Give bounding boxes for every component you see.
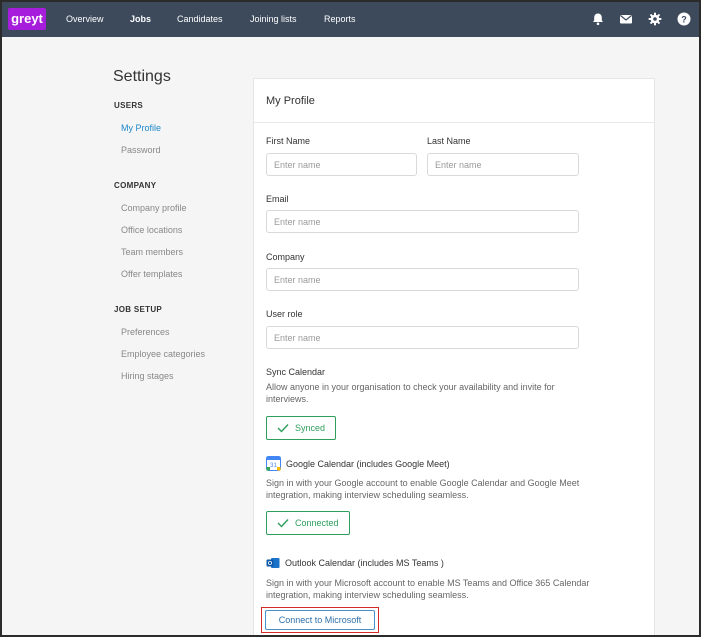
nav-reports[interactable]: Reports <box>324 2 356 37</box>
section-users: USERS <box>114 101 144 110</box>
google-calendar-description: Sign in with your Google account to enab… <box>266 478 580 500</box>
nav-joining-lists[interactable]: Joining lists <box>250 2 297 37</box>
google-calendar-row: 31 Google Calendar (includes Google Meet… <box>266 456 450 471</box>
svg-text:?: ? <box>681 15 687 25</box>
bell-icon[interactable] <box>591 12 605 26</box>
first-name-label: First Name <box>266 136 311 146</box>
synced-button[interactable]: Synced <box>266 416 337 440</box>
last-name-input[interactable] <box>427 153 579 176</box>
sync-calendar-description: Allow anyone in your organisation to che… <box>266 382 555 404</box>
connected-button[interactable]: Connected <box>266 511 350 535</box>
nav-candidates[interactable]: Candidates <box>177 2 223 37</box>
connected-button-label: Connected <box>295 518 339 528</box>
brand-logo[interactable]: greyt <box>8 8 46 30</box>
sidebar-item-office-locations[interactable]: Office locations <box>121 225 182 235</box>
outlook-icon: O <box>266 558 280 568</box>
sidebar-item-my-profile[interactable]: My Profile <box>121 123 161 133</box>
outlook-calendar-description: Sign in with your Microsoft account to e… <box>266 578 590 600</box>
mail-icon[interactable] <box>619 12 633 26</box>
email-label: Email <box>266 194 289 204</box>
app-frame: greyt Overview Jobs Candidates Joining l… <box>2 2 699 635</box>
user-role-label: User role <box>266 309 303 319</box>
card-divider <box>254 122 654 123</box>
gear-icon[interactable] <box>648 12 662 26</box>
sidebar-item-company-profile[interactable]: Company profile <box>121 203 187 213</box>
company-label: Company <box>266 252 305 262</box>
user-role-input[interactable] <box>266 326 579 349</box>
profile-card: My Profile First Name Last Name Email Co… <box>253 78 655 635</box>
last-name-label: Last Name <box>427 136 471 146</box>
google-calendar-icon-text: 31 <box>270 463 277 469</box>
nav-jobs[interactable]: Jobs <box>130 2 151 37</box>
top-navigation-bar: greyt Overview Jobs Candidates Joining l… <box>2 2 699 37</box>
sidebar-item-team-members[interactable]: Team members <box>121 247 183 257</box>
card-title: My Profile <box>266 95 315 107</box>
section-job-setup: JOB SETUP <box>114 305 163 314</box>
sidebar-item-offer-templates[interactable]: Offer templates <box>121 269 182 279</box>
nav-overview[interactable]: Overview <box>66 2 104 37</box>
sync-calendar-title: Sync Calendar <box>266 367 326 377</box>
email-input[interactable] <box>266 210 579 233</box>
check-icon <box>277 519 289 528</box>
outlook-calendar-title: Outlook Calendar (includes MS Teams ) <box>285 558 444 568</box>
synced-button-label: Synced <box>295 423 326 433</box>
company-input[interactable] <box>266 268 579 291</box>
settings-title: Settings <box>113 68 171 85</box>
outlook-calendar-row: O Outlook Calendar (includes MS Teams ) <box>266 556 444 570</box>
connect-to-microsoft-button[interactable]: Connect to Microsoft <box>265 610 375 630</box>
sidebar-item-employee-categories[interactable]: Employee categories <box>121 349 205 359</box>
google-calendar-icon: 31 <box>266 456 281 471</box>
sidebar-item-password[interactable]: Password <box>121 145 161 155</box>
check-icon <box>277 424 289 433</box>
help-icon[interactable]: ? <box>677 12 691 26</box>
first-name-input[interactable] <box>266 153 417 176</box>
google-calendar-title: Google Calendar (includes Google Meet) <box>286 458 450 469</box>
sidebar-item-hiring-stages[interactable]: Hiring stages <box>121 371 174 381</box>
outlook-icon-text: O <box>268 561 273 567</box>
section-company: COMPANY <box>114 181 157 190</box>
sidebar-item-preferences[interactable]: Preferences <box>121 327 170 337</box>
